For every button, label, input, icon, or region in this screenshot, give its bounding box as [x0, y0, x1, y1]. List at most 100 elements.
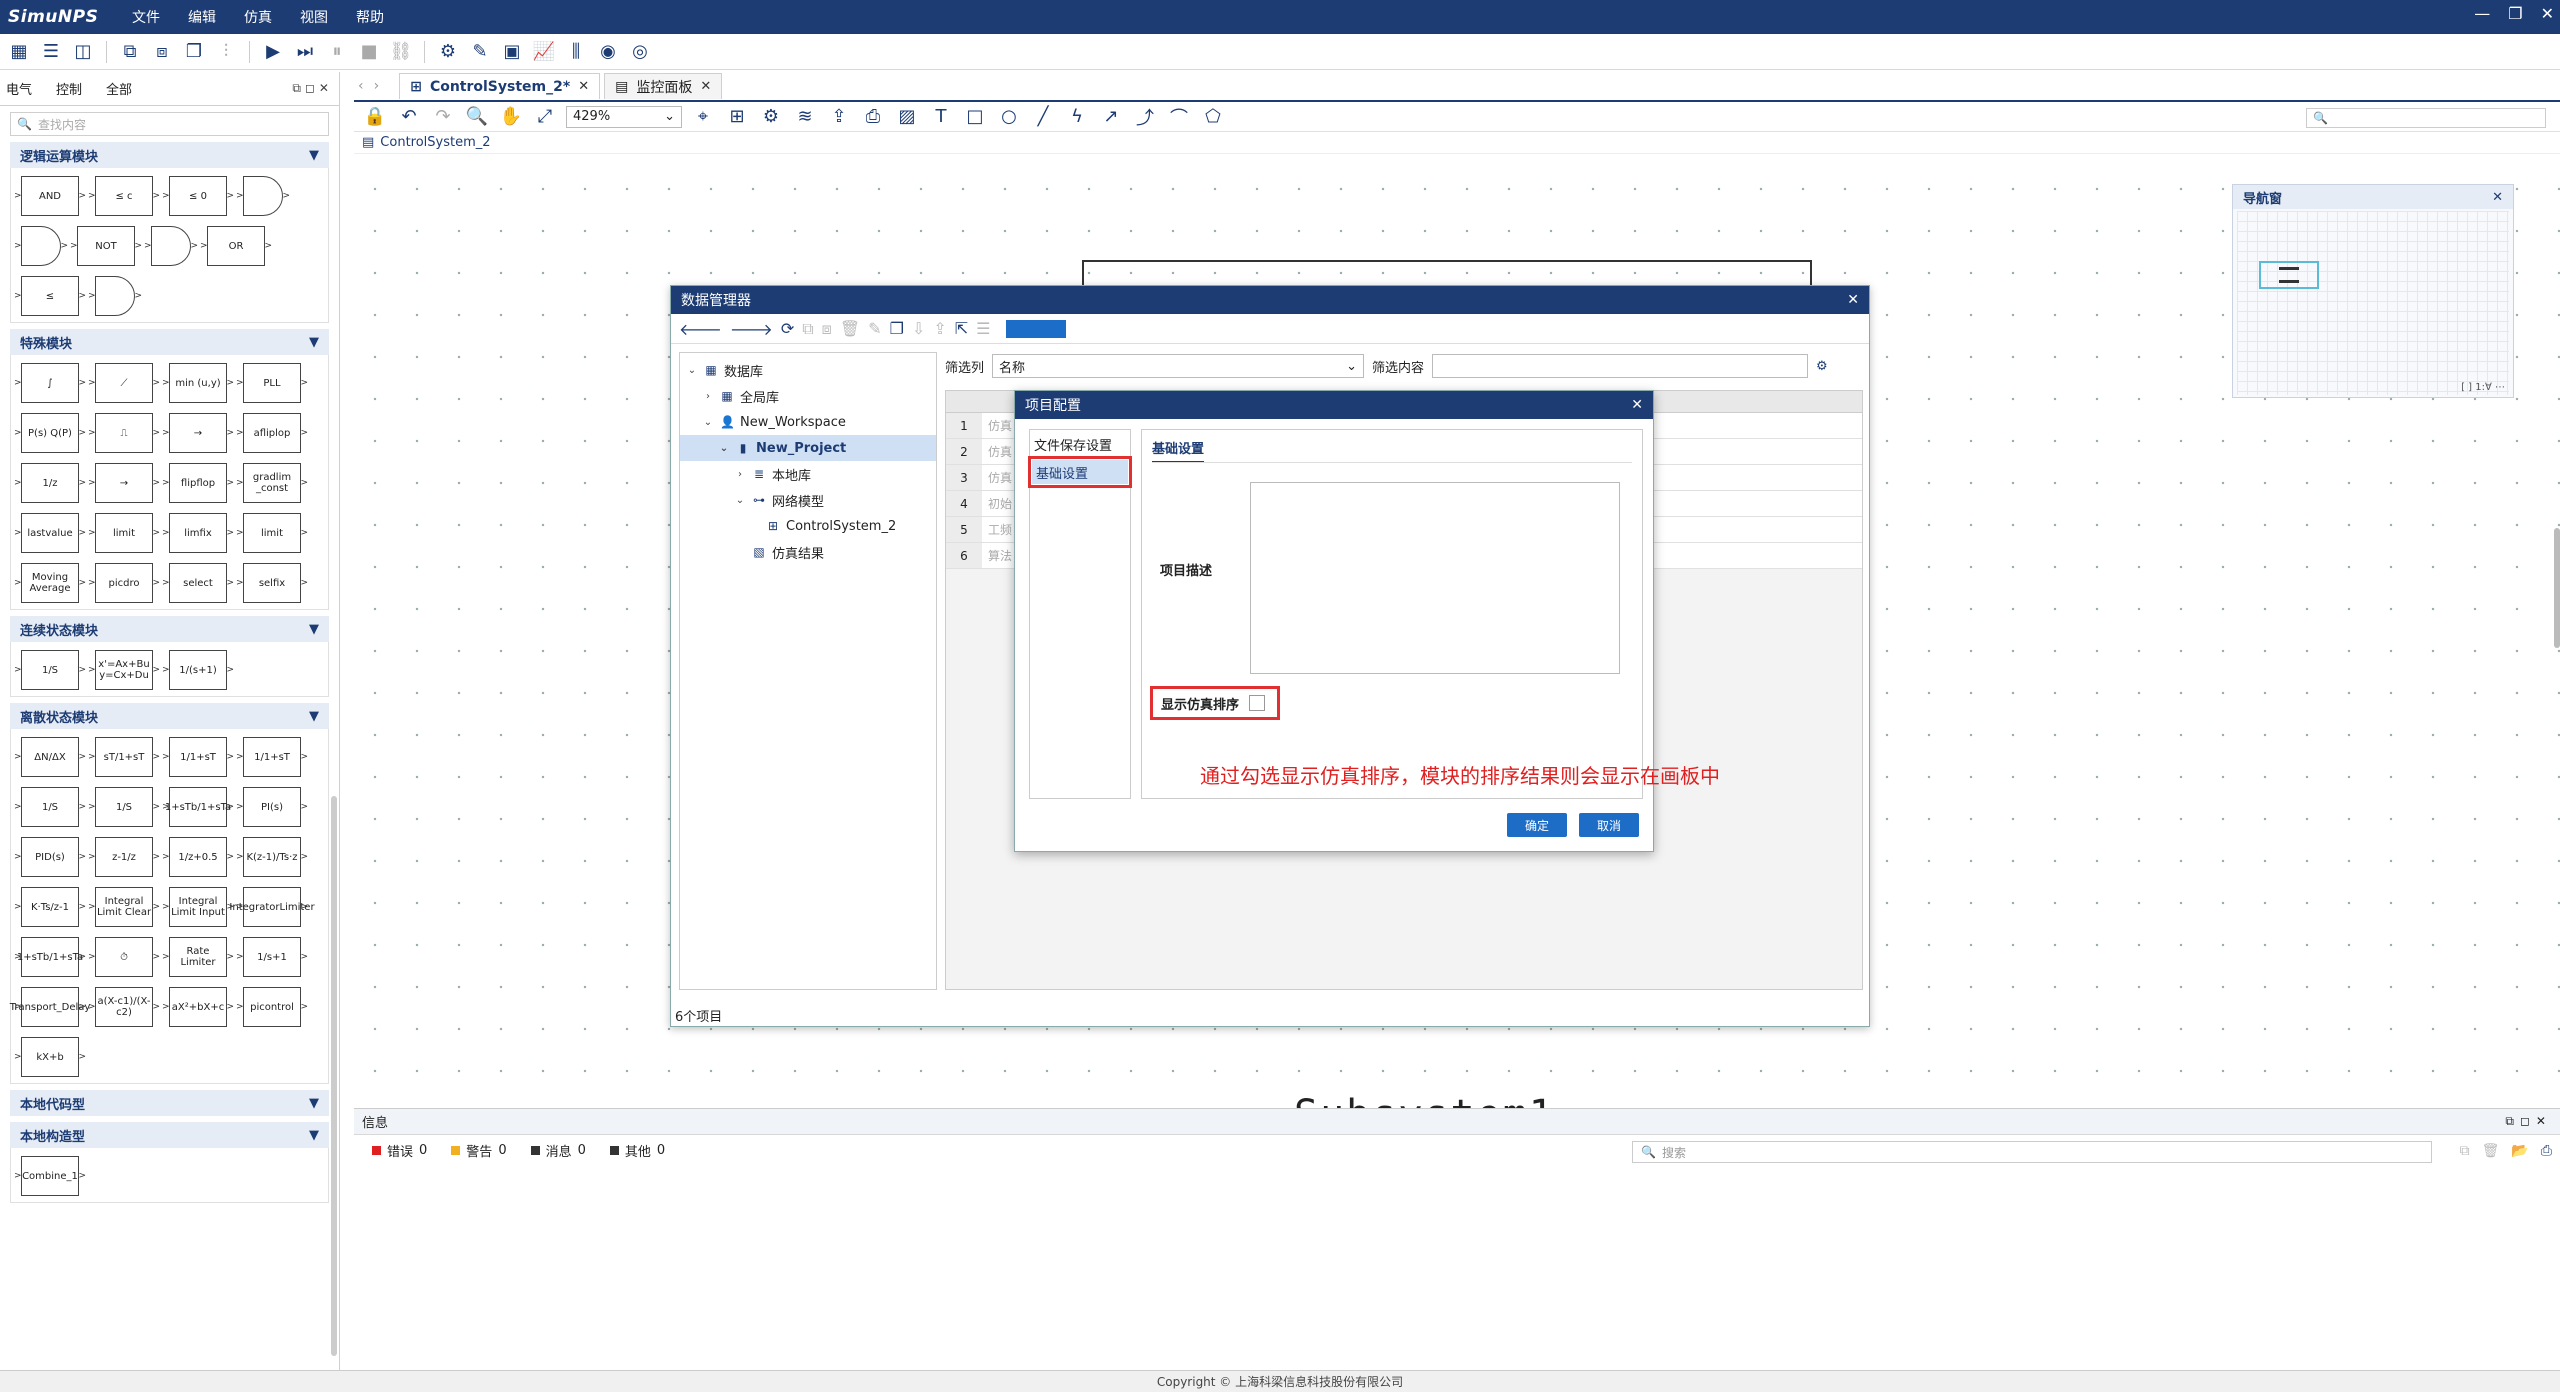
pause-icon[interactable]: ⏸: [324, 39, 350, 65]
block-discrete-16[interactable]: 1+sTb/1+sTa: [14, 937, 86, 977]
block-discrete-21[interactable]: a(X-c1)/(X-c2): [88, 987, 160, 1027]
block-discrete-4[interactable]: 1/S: [14, 787, 86, 827]
export-icon[interactable]: ⇪: [933, 319, 946, 338]
close-icon[interactable]: ✕: [1847, 292, 1859, 308]
block-state-space[interactable]: x'=Ax+Bu y=Cx+Du: [88, 650, 160, 690]
block-discrete-6[interactable]: 1+sTb/1+sTa: [162, 787, 234, 827]
chevron-down-icon[interactable]: ▼: [309, 1096, 319, 1111]
tag-icon[interactable]: ⌖: [690, 104, 716, 130]
headset-icon[interactable]: ◎: [627, 39, 653, 65]
block-switch[interactable]: →: [162, 413, 234, 453]
block-discrete-20[interactable]: Transport_Delay: [10, 987, 90, 1027]
project-config-titlebar[interactable]: 项目配置 ✕: [1015, 391, 1653, 419]
circle-icon[interactable]: ○: [996, 104, 1022, 130]
chevron-right-icon[interactable]: ›: [734, 469, 746, 480]
nav-basic-settings[interactable]: 基础设置: [1028, 456, 1132, 488]
tab-control[interactable]: 控制: [56, 79, 82, 98]
tree-node-workspace[interactable]: ⌄ 👤 New_Workspace: [680, 409, 936, 435]
chevron-down-icon[interactable]: ▼: [309, 1128, 319, 1143]
hand-icon[interactable]: ✋: [498, 104, 524, 130]
category-discrete[interactable]: 离散状态模块 ▼: [10, 703, 329, 729]
block-discrete-8[interactable]: PID(s): [14, 837, 86, 877]
tab-nav-arrows[interactable]: ‹›: [358, 78, 389, 94]
run-icon[interactable]: ▶: [260, 39, 286, 65]
cancel-button[interactable]: 取消: [1579, 813, 1639, 837]
filter-warning[interactable]: 警告 0: [451, 1141, 507, 1160]
block-moving-average[interactable]: Moving Average: [14, 563, 86, 603]
ok-button[interactable]: 确定: [1507, 813, 1567, 837]
import-icon[interactable]: ⇩: [912, 319, 925, 338]
screen-icon[interactable]: ▣: [499, 39, 525, 65]
forward-icon[interactable]: 🡒: [730, 319, 773, 339]
tab-all[interactable]: 全部: [106, 79, 132, 98]
filter-content-input[interactable]: [1432, 354, 1809, 378]
pentagon-icon[interactable]: ⬠: [1200, 104, 1226, 130]
minimize-button[interactable]: —: [2474, 4, 2490, 23]
category-local-construct[interactable]: 本地构造型 ▼: [10, 1122, 329, 1148]
block-combine[interactable]: Combine_1: [14, 1156, 86, 1196]
block-nor-gate[interactable]: [144, 226, 198, 266]
block-discrete-24[interactable]: kX+b: [14, 1037, 86, 1077]
back-icon[interactable]: 🡐: [679, 319, 722, 339]
tab-controlsystem[interactable]: ⊞ ControlSystem_2* ✕: [399, 73, 601, 99]
chevron-down-icon[interactable]: ▼: [309, 709, 319, 724]
block-picdro[interactable]: picdro: [88, 563, 160, 603]
block-curve[interactable]: ∫: [14, 363, 86, 403]
tree-node-sim-results[interactable]: ▧ 仿真结果: [680, 539, 936, 565]
settings-icon[interactable]: ⚙: [435, 39, 461, 65]
block-and[interactable]: AND: [14, 176, 86, 216]
block-integrator[interactable]: 1/S: [14, 650, 86, 690]
tab-basic-settings[interactable]: 基础设置: [1152, 438, 1205, 463]
block-not[interactable]: NOT: [70, 226, 142, 266]
block-discrete-5[interactable]: 1/S: [88, 787, 160, 827]
layers-icon[interactable]: ≋: [792, 104, 818, 130]
copy-icon[interactable]: ❐: [890, 319, 904, 338]
rename-icon[interactable]: ✎: [868, 319, 881, 338]
network-icon[interactable]: ⛓: [388, 39, 414, 65]
block-unit-delay[interactable]: 1/z: [14, 463, 86, 503]
block-transfer-fn[interactable]: 1/(s+1): [162, 650, 234, 690]
block-selector[interactable]: →: [88, 463, 160, 503]
chevron-down-icon[interactable]: ⌄: [702, 417, 714, 428]
undo-icon[interactable]: ↶: [396, 104, 422, 130]
chevron-right-icon[interactable]: ›: [702, 391, 714, 402]
block-le-0[interactable]: ≤ 0: [162, 176, 234, 216]
refresh-icon[interactable]: ⟳: [781, 319, 794, 338]
zoom-select[interactable]: 429% ⌄: [566, 105, 682, 128]
redo-icon[interactable]: ↷: [430, 104, 456, 130]
paste-icon[interactable]: ⧈: [149, 39, 175, 65]
chevron-down-icon[interactable]: ▼: [309, 148, 319, 163]
open-external-icon[interactable]: ⇱: [955, 319, 968, 338]
block-discrete-7[interactable]: PI(s): [236, 787, 308, 827]
block-xor-gate[interactable]: [88, 276, 142, 316]
sliders-icon[interactable]: ⫼: [563, 39, 589, 65]
block-limit-a[interactable]: limit: [88, 513, 160, 553]
editor-search-input[interactable]: 🔍: [2306, 108, 2546, 128]
block-discrete-1[interactable]: sT/1+sT: [88, 737, 160, 777]
nav-file-save-settings[interactable]: 文件保存设置: [1030, 432, 1130, 456]
block-le[interactable]: ≤: [14, 276, 86, 316]
panel-controls-icon[interactable]: ⧉◻✕: [292, 81, 333, 96]
chevron-down-icon[interactable]: ▼: [309, 622, 319, 637]
category-special[interactable]: 特殊模块 ▼: [10, 329, 329, 355]
block-gradlim[interactable]: gradlim _const: [236, 463, 308, 503]
block-limit-b[interactable]: limit: [236, 513, 308, 553]
gear-icon[interactable]: ⚙: [758, 104, 784, 130]
tree-node-controlsystem[interactable]: ⊞ ControlSystem_2: [680, 513, 936, 539]
filter-error[interactable]: 错误 0: [372, 1141, 427, 1160]
edit-icon[interactable]: ✎: [467, 39, 493, 65]
block-and-gate[interactable]: [236, 176, 290, 216]
grid-icon[interactable]: ⊞: [724, 104, 750, 130]
block-limfix[interactable]: limfix: [162, 513, 234, 553]
close-icon[interactable]: ✕: [578, 79, 589, 94]
block-discrete-2[interactable]: 1/1+sT: [162, 737, 234, 777]
panel-controls-icon[interactable]: ⧉◻✕: [2505, 1114, 2552, 1129]
block-clock[interactable]: ⏱: [88, 937, 160, 977]
grid-view-icon[interactable]: ▦: [6, 39, 32, 65]
block-discrete-14[interactable]: Integral Limit Input: [162, 887, 234, 927]
block-flipflop[interactable]: flipflop: [162, 463, 234, 503]
tree-node-database[interactable]: ⌄ ▦ 数据库: [680, 357, 936, 383]
rectangle-icon[interactable]: □: [962, 104, 988, 130]
menu-help[interactable]: 帮助: [356, 7, 384, 27]
block-discrete-12[interactable]: K·Ts/z-1: [14, 887, 86, 927]
